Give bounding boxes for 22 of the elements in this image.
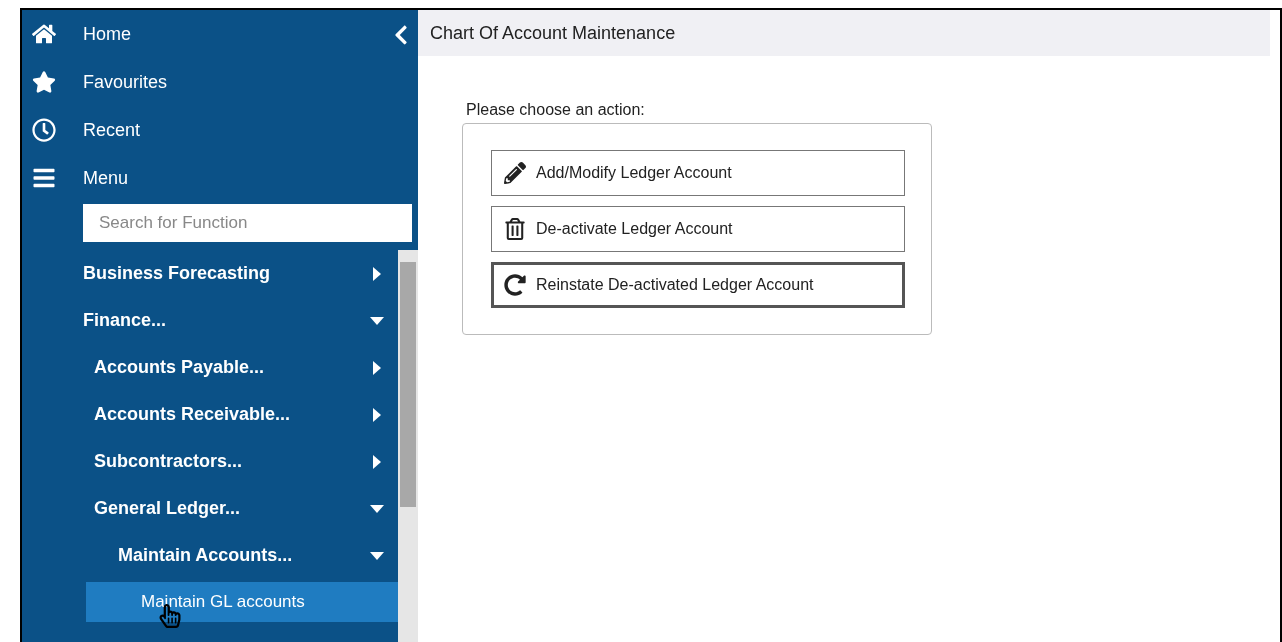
scrollbar[interactable] xyxy=(398,250,418,642)
action-button[interactable]: Reinstate De-activated Ledger Account xyxy=(491,262,905,308)
menu-item[interactable]: Finance... xyxy=(22,297,398,344)
pencil-icon xyxy=(504,162,526,184)
search-field[interactable]: Search for Function xyxy=(83,204,412,242)
prompt-text: Please choose an action: xyxy=(466,101,646,119)
menu-item[interactable]: Business Forecasting xyxy=(22,250,398,297)
scrollbar-thumb[interactable] xyxy=(400,262,416,507)
nav-link[interactable]: Home xyxy=(82,23,131,45)
menu-item[interactable]: Accounts Payable... xyxy=(22,344,398,391)
nav-link[interactable]: Recent xyxy=(82,119,141,141)
page-title: Chart Of Account Maintenance xyxy=(418,10,1270,56)
action-button[interactable]: Add/Modify Ledger Account xyxy=(491,150,905,196)
nav-link[interactable]: Favourites xyxy=(82,71,168,93)
menu-item[interactable]: General Ledger... xyxy=(22,485,398,532)
redo-icon xyxy=(504,274,526,296)
menu-item[interactable]: Maintain Accounts... xyxy=(22,532,398,579)
trash-icon xyxy=(504,218,526,240)
nav-link[interactable]: Menu xyxy=(82,167,129,189)
menu-item[interactable]: Accounts Receivable... xyxy=(22,391,398,438)
action-button[interactable]: De-activate Ledger Account xyxy=(491,206,905,252)
menu-item[interactable]: Subcontractors... xyxy=(22,438,398,485)
